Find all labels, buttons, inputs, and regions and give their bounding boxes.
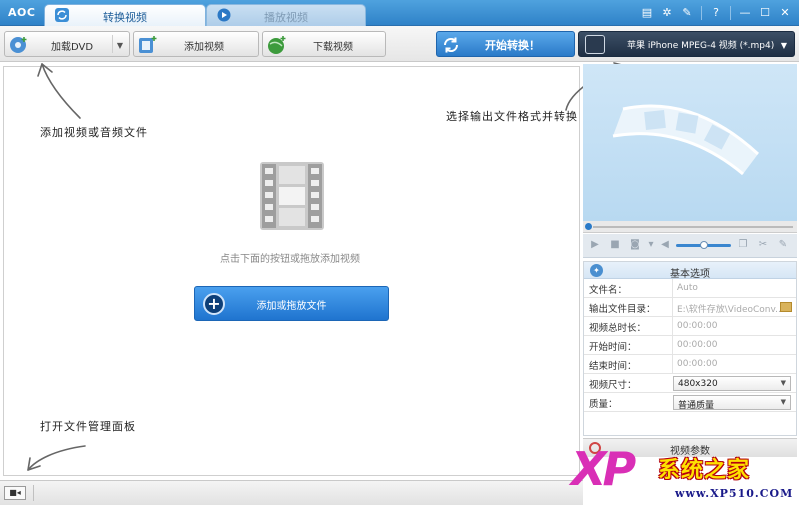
watermark-logo: XP [571,442,636,496]
status-bar: ■◂ [0,480,583,505]
quality-select[interactable]: 普通质量 ▼ [673,395,791,411]
help-icon[interactable]: ? [708,5,724,21]
basic-options-title: 基本选项 [670,269,710,280]
divider [730,6,731,20]
hint-open-panel: 打开文件管理面板 [40,420,136,433]
app-logo: AOC [8,6,36,19]
tab-convert-label: 转换视频 [103,11,147,24]
add-video-icon [139,36,157,53]
option-row-start-time: 开始时间： 00:00:00 [584,336,796,355]
maximize-icon[interactable]: ☐ [757,5,773,21]
scissors-icon[interactable]: ✂ [757,239,769,251]
load-dvd-label: 加载DVD [51,42,94,53]
phone-icon [585,35,605,54]
option-label: 文件名： [589,285,628,296]
stop-icon[interactable]: ■ [609,239,621,251]
load-dvd-button[interactable]: 加载DVD ▼ [4,31,130,57]
title-bar: AOC 转换视频 播放视频 ▤ ✲ ✎ ? — ☐ ✕ [0,0,799,26]
option-label: 视频尺寸： [589,380,637,391]
chevron-down-icon: ▼ [780,379,786,387]
close-icon[interactable]: ✕ [777,5,793,21]
volume-handle[interactable] [700,241,708,249]
site-watermark: XP 系统之家 www.XP510.COM [571,440,799,505]
window-controls: ▤ ✲ ✎ ? — ☐ ✕ [639,5,793,21]
filename-field[interactable]: Auto [672,279,796,297]
film-reel-icon [612,104,760,176]
option-label: 视频总时长： [589,323,647,334]
seek-bar[interactable] [583,221,797,233]
tab-convert-video[interactable]: 转换视频 [44,4,206,26]
basic-options-panel: ✦ 基本选项 文件名： Auto 输出文件目录： E:\软件存放\VideoCo… [583,261,797,436]
start-convert-label: 开始转换！ [485,39,540,52]
dvd-icon [10,37,27,53]
tool-icon[interactable]: ✎ [679,5,695,21]
download-video-label: 下载视频 [313,42,353,53]
menu-icon[interactable]: ▤ [639,5,655,21]
quality-value: 普通质量 [678,401,715,411]
divider [112,35,113,53]
add-video-button[interactable]: 添加视频 [133,31,259,57]
globe-icon [268,36,286,54]
wrench-icon[interactable]: ✎ [777,239,789,251]
video-preview [583,64,797,221]
start-time-field[interactable]: 00:00:00 [672,336,796,354]
output-dir-field[interactable]: E:\软件存放\VideoConv... [672,298,796,316]
file-panel-toggle-button[interactable]: ■◂ [4,486,26,500]
option-row-video-size: 视频尺寸： 480x320 ▼ [584,374,796,393]
option-label: 质量： [589,399,618,410]
chevron-down-icon[interactable]: ▼ [117,41,123,50]
output-format-select[interactable]: 苹果 iPhone MPEG-4 视频 (*.mp4) ▼ [578,31,795,57]
seek-handle[interactable] [585,223,592,230]
start-convert-button[interactable]: 开始转换！ [436,31,575,57]
option-label: 结束时间： [589,361,637,372]
download-video-button[interactable]: 下载视频 [262,31,386,57]
add-or-drop-label: 添加或拖放文件 [256,301,327,312]
drop-instruction: 点击下面的按钮或拖放添加视频 [220,254,360,265]
add-or-drop-button[interactable]: + 添加或拖放文件 [194,286,389,321]
refresh-icon [443,37,459,53]
output-format-label: 苹果 iPhone MPEG-4 视频 (*.mp4) [627,41,775,51]
option-label: 开始时间： [589,342,637,353]
seek-track[interactable] [593,226,793,228]
add-video-label: 添加视频 [184,42,224,53]
watermark-url: www.XP510.COM [675,487,794,500]
copy-icon[interactable]: ❐ [737,239,749,251]
option-label: 输出文件目录： [589,304,656,315]
option-row-output-dir: 输出文件目录： E:\软件存放\VideoConv... [584,298,796,317]
play-icon[interactable]: ▶ [589,239,601,251]
end-time-field[interactable]: 00:00:00 [672,355,796,373]
basic-options-header[interactable]: ✦ 基本选项 [584,262,796,280]
snapshot-icon[interactable]: ◙ [629,239,641,251]
video-size-value: 480x320 [678,379,718,389]
folder-icon[interactable] [780,302,792,312]
chevron-down-icon[interactable]: ▾ [645,239,657,251]
divider [701,6,702,20]
film-strip-icon [260,162,324,230]
video-size-select[interactable]: 480x320 ▼ [673,376,791,391]
playback-controls: ▶ ■ ◙ ▾ ◀ ❐ ✂ ✎ [583,234,797,258]
minimize-icon[interactable]: — [737,5,753,21]
tab-play-video[interactable]: 播放视频 [206,4,366,26]
gear-icon[interactable]: ✲ [659,5,675,21]
hint-select-format: 选择输出文件格式并转换 [446,110,578,123]
option-row-filename: 文件名： Auto [584,279,796,298]
chevron-down-icon: ▼ [780,398,786,406]
hint-add-files: 添加视频或音频文件 [40,126,148,139]
watermark-title: 系统之家 [658,457,751,483]
tab-play-label: 播放视频 [264,11,308,24]
chevron-down-icon: ▼ [780,41,787,50]
option-row-duration: 视频总时长： 00:00:00 [584,317,796,336]
option-row-end-time: 结束时间： 00:00:00 [584,355,796,374]
option-row-quality: 质量： 普通质量 ▼ [584,393,796,412]
divider [33,485,34,501]
toolbar: 加载DVD ▼ 添加视频 下载视频 开始转换！ 苹果 iPhone MPEG-4… [0,26,799,62]
volume-icon[interactable]: ◀ [659,239,671,251]
duration-value: 00:00:00 [672,317,796,335]
